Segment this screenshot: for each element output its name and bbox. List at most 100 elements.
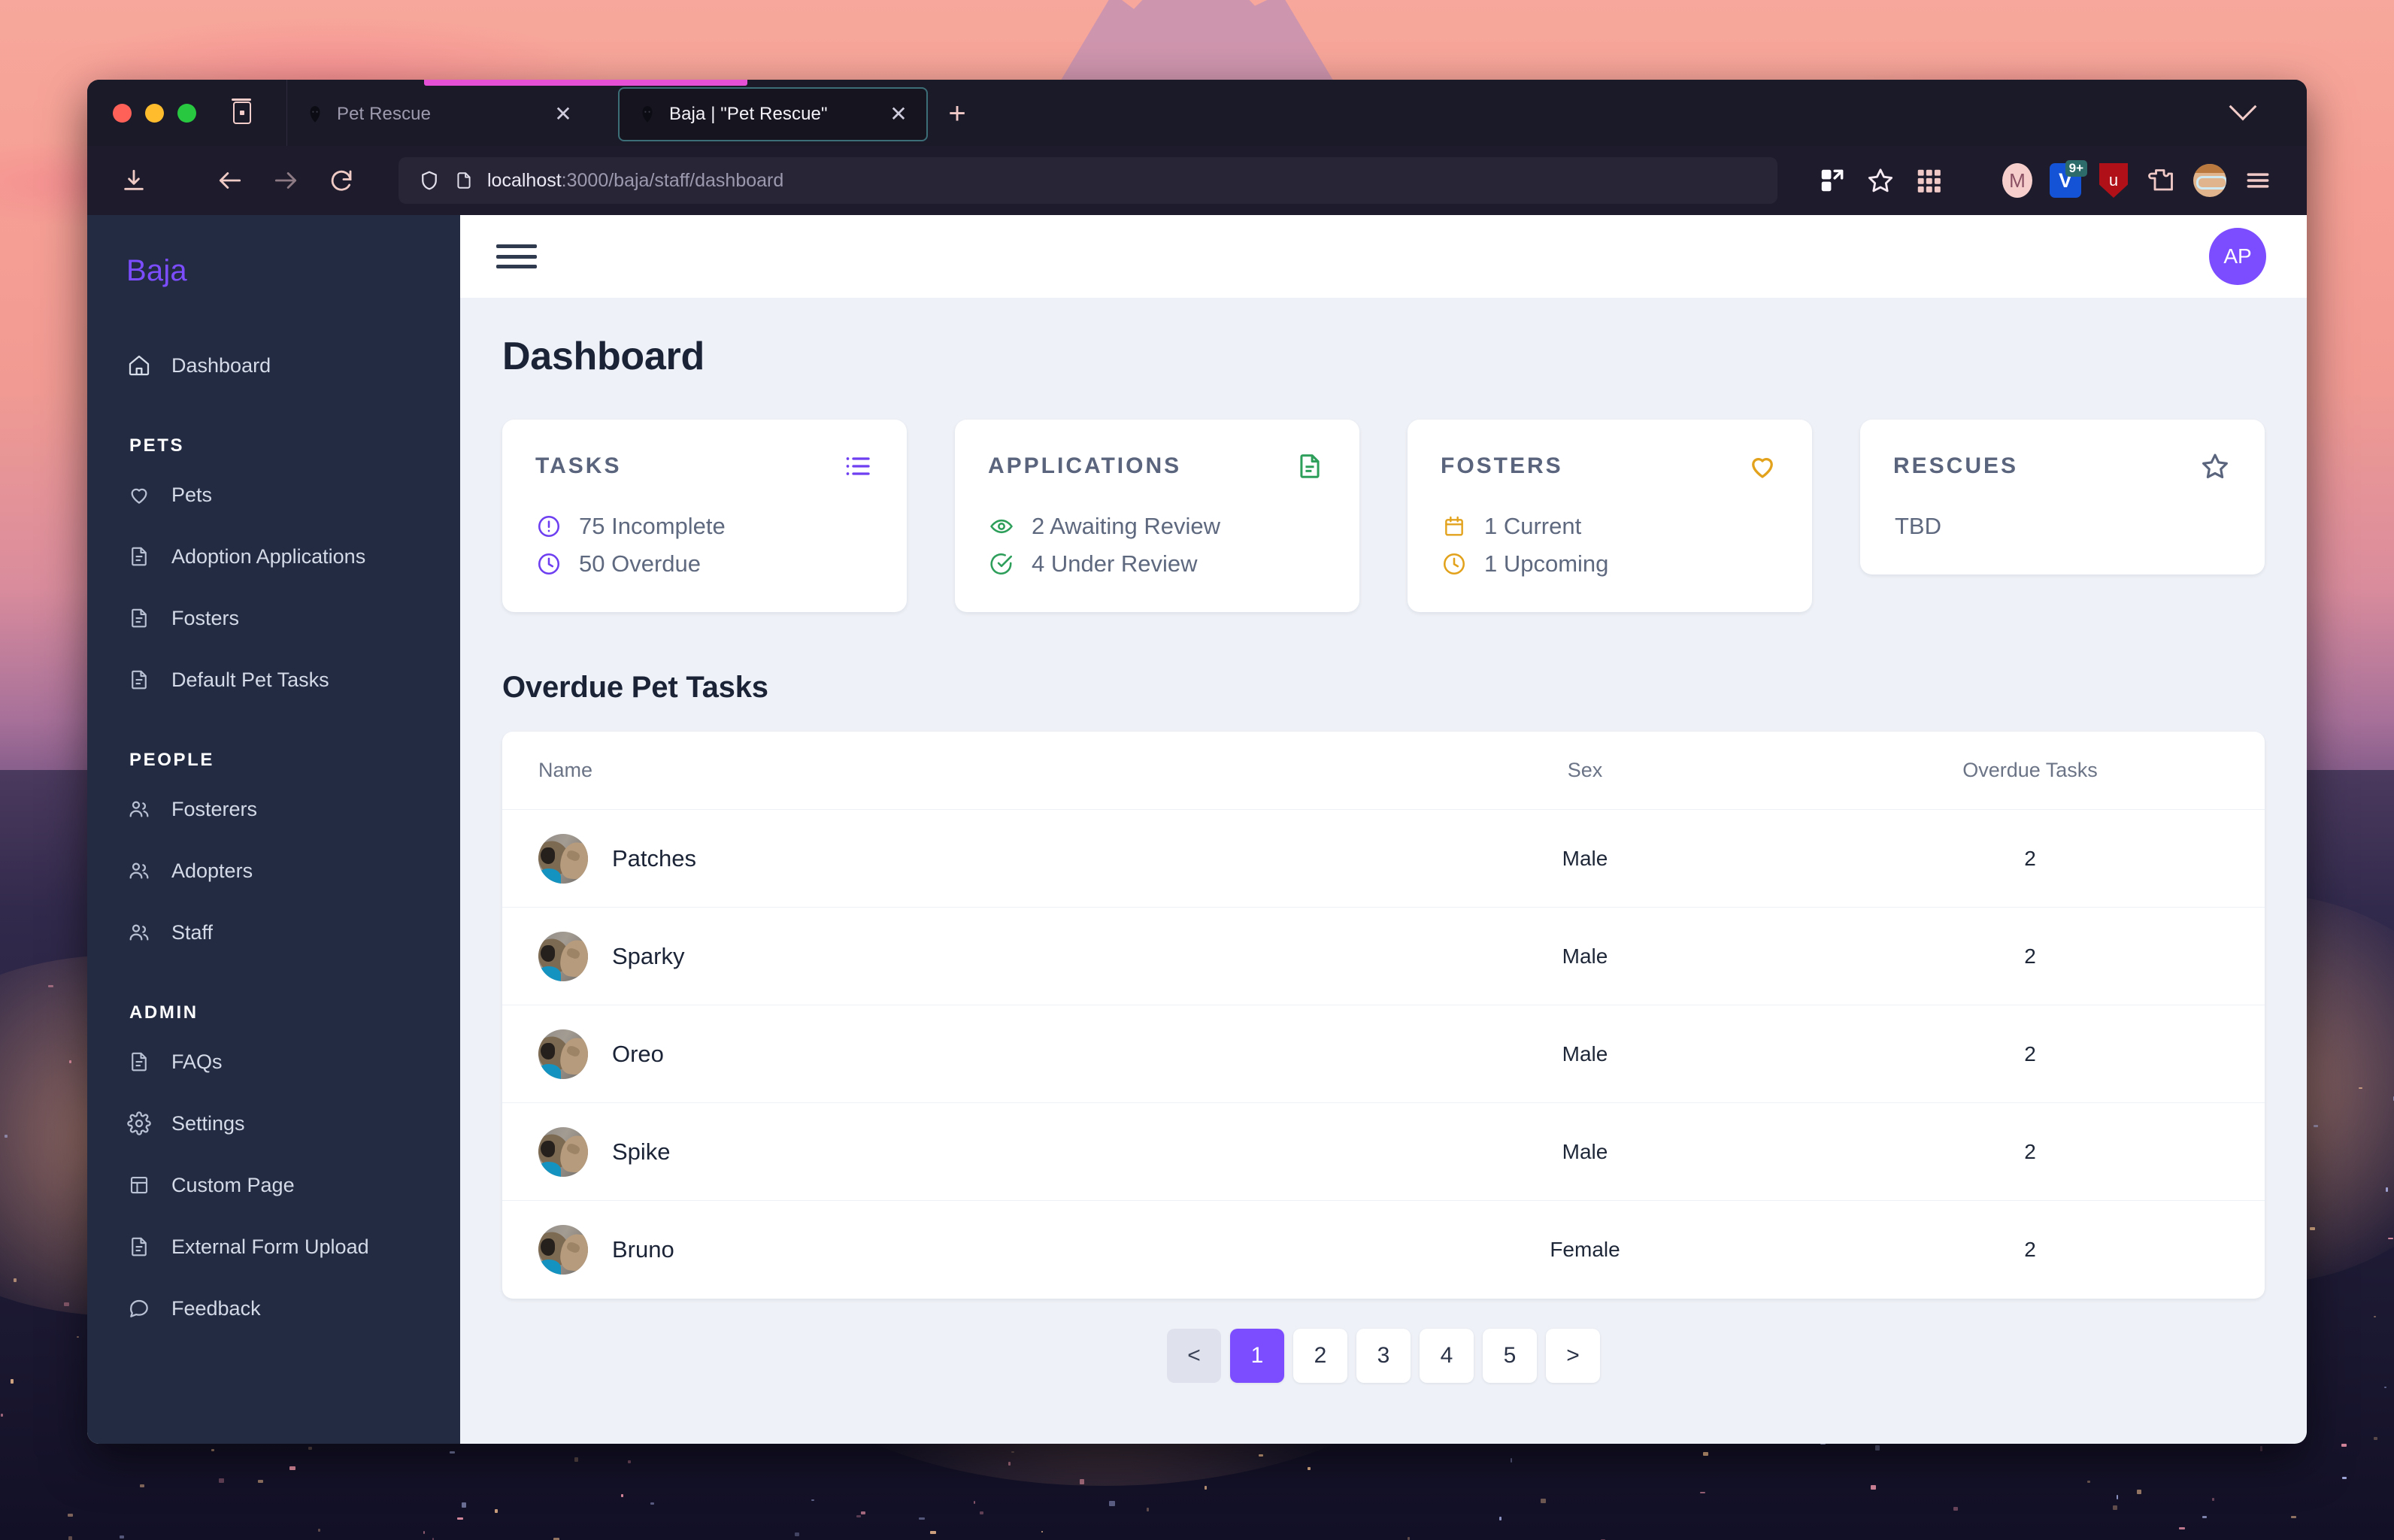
pet-avatar bbox=[538, 1127, 588, 1177]
cell-sex: Male bbox=[1374, 944, 1796, 969]
forward-button[interactable] bbox=[262, 156, 310, 205]
table-row[interactable]: Bruno Female 2 bbox=[502, 1201, 2265, 1299]
minimize-window-button[interactable] bbox=[145, 104, 164, 123]
sidebar-item-default-pet-tasks[interactable]: Default Pet Tasks bbox=[87, 649, 460, 711]
table-row[interactable]: Oreo Male 2 bbox=[502, 1005, 2265, 1103]
browser-tab-active[interactable]: Baja | "Pet Rescue" ✕ bbox=[618, 87, 928, 141]
shield-icon bbox=[418, 168, 441, 193]
extension-v-button[interactable]: V 9+ bbox=[2044, 159, 2087, 202]
sidebar-item-label: Adoption Applications bbox=[171, 545, 365, 568]
list-all-tabs-button[interactable] bbox=[2226, 101, 2260, 123]
card-header: RESCUES bbox=[1893, 450, 2232, 483]
extension-m-button[interactable]: M bbox=[1996, 159, 2039, 202]
stat-card-tasks[interactable]: TASKS 75 Incomplete 50 Overdue bbox=[502, 420, 907, 612]
pagination-page-3[interactable]: 3 bbox=[1356, 1329, 1411, 1383]
heart-icon bbox=[1746, 450, 1779, 483]
container-grid-icon bbox=[1818, 166, 1847, 195]
pet-avatar bbox=[538, 1225, 588, 1275]
browser-toolbar: localhost:3000/baja/staff/dashboard M V … bbox=[87, 146, 2307, 215]
clock-icon bbox=[1441, 550, 1468, 578]
check-circle-icon bbox=[988, 550, 1015, 578]
sidebar-item-label: Staff bbox=[171, 921, 213, 944]
sidebar-item-faqs[interactable]: FAQs bbox=[87, 1031, 460, 1093]
pagination-prev-button[interactable]: < bbox=[1167, 1329, 1221, 1383]
stat-card-applications[interactable]: APPLICATIONS 2 Awaiting Review 4 Under R… bbox=[955, 420, 1359, 612]
table-row[interactable]: Sparky Male 2 bbox=[502, 908, 2265, 1005]
containers-button[interactable] bbox=[1811, 159, 1854, 202]
dog-favicon bbox=[305, 104, 325, 125]
calendar-icon bbox=[1441, 513, 1468, 540]
sidebar-item-custom-page[interactable]: Custom Page bbox=[87, 1154, 460, 1216]
sidebar-item-label: Pets bbox=[171, 484, 212, 507]
table-row[interactable]: Spike Male 2 bbox=[502, 1103, 2265, 1201]
maximize-window-button[interactable] bbox=[177, 104, 196, 123]
sidebar-item-external-form-upload[interactable]: External Form Upload bbox=[87, 1216, 460, 1278]
sidebar-group-label: ADMIN bbox=[87, 1002, 460, 1023]
tab-title: Pet Rescue bbox=[337, 104, 537, 125]
hamburger-icon[interactable] bbox=[496, 240, 537, 273]
extension-ublock-button[interactable]: u bbox=[2092, 159, 2135, 202]
pagination-next-button[interactable]: > bbox=[1546, 1329, 1600, 1383]
app-logo[interactable]: Baja bbox=[87, 215, 460, 288]
sidebar-item-label: Fosterers bbox=[171, 798, 257, 821]
chat-icon bbox=[126, 1296, 152, 1321]
stat-card-rescues[interactable]: RESCUES TBD bbox=[1860, 420, 2265, 574]
card-header: TASKS bbox=[535, 450, 874, 483]
app-grid-button[interactable] bbox=[1907, 159, 1950, 202]
pagination-page-5[interactable]: 5 bbox=[1483, 1329, 1537, 1383]
cell-overdue-tasks: 2 bbox=[1796, 847, 2265, 871]
toolbar-right-buttons: M V 9+ u bbox=[1811, 159, 2280, 202]
pet-name: Bruno bbox=[612, 1236, 674, 1263]
close-window-button[interactable] bbox=[113, 104, 132, 123]
pet-name: Spike bbox=[612, 1138, 671, 1166]
pagination-page-2[interactable]: 2 bbox=[1293, 1329, 1347, 1383]
window-controls[interactable] bbox=[104, 104, 207, 123]
stat-card-fosters[interactable]: FOSTERS 1 Current 1 Upcoming bbox=[1408, 420, 1812, 612]
card-stat: 75 Incomplete bbox=[535, 513, 874, 540]
reload-button[interactable] bbox=[317, 156, 365, 205]
profile-button[interactable] bbox=[2188, 159, 2232, 202]
tab-close-button[interactable]: ✕ bbox=[549, 100, 577, 129]
pagination-page-4[interactable]: 4 bbox=[1420, 1329, 1474, 1383]
url-text: localhost:3000/baja/staff/dashboard bbox=[487, 170, 783, 192]
pagination-page-1[interactable]: 1 bbox=[1230, 1329, 1284, 1383]
column-header-overdue-tasks: Overdue Tasks bbox=[1796, 759, 2265, 782]
browser-window: Pet Rescue ✕ Baja | "Pet Rescue" ✕ + loc… bbox=[87, 80, 2307, 1444]
back-button[interactable] bbox=[206, 156, 254, 205]
new-tab-button[interactable]: + bbox=[937, 93, 977, 134]
address-bar[interactable]: localhost:3000/baja/staff/dashboard bbox=[398, 157, 1777, 204]
file-text-icon bbox=[1293, 450, 1326, 483]
cell-sex: Male bbox=[1374, 847, 1796, 871]
column-header-sex: Sex bbox=[1374, 759, 1796, 782]
reload-icon bbox=[328, 167, 355, 194]
pet-avatar bbox=[538, 834, 588, 884]
user-avatar[interactable]: AP bbox=[2209, 228, 2266, 285]
browser-tab-inactive[interactable]: Pet Rescue ✕ bbox=[287, 87, 591, 141]
sidebar-item-adopters[interactable]: Adopters bbox=[87, 840, 460, 902]
app-menu-button[interactable] bbox=[2236, 159, 2280, 202]
sidebar-item-staff[interactable]: Staff bbox=[87, 902, 460, 963]
firefox-view-button[interactable] bbox=[216, 89, 268, 136]
cell-sex: Male bbox=[1374, 1042, 1796, 1066]
sidebar-item-label: FAQs bbox=[171, 1050, 223, 1074]
dog-favicon bbox=[638, 104, 657, 125]
sidebar-item-pets[interactable]: Pets bbox=[87, 464, 460, 526]
card-stat-text: 1 Current bbox=[1484, 513, 1581, 540]
sidebar-item-dashboard[interactable]: Dashboard bbox=[87, 335, 460, 396]
table-row[interactable]: Patches Male 2 bbox=[502, 810, 2265, 908]
sidebar-item-feedback[interactable]: Feedback bbox=[87, 1278, 460, 1339]
sidebar-item-fosterers[interactable]: Fosterers bbox=[87, 778, 460, 840]
tab-close-button[interactable]: ✕ bbox=[884, 100, 913, 129]
pet-name: Sparky bbox=[612, 943, 684, 970]
profile-avatar-icon bbox=[2193, 164, 2226, 197]
downloads-button[interactable] bbox=[110, 156, 158, 205]
sidebar-item-settings[interactable]: Settings bbox=[87, 1093, 460, 1154]
bookmark-button[interactable] bbox=[1859, 159, 1902, 202]
layout-icon bbox=[126, 1172, 152, 1198]
card-title: APPLICATIONS bbox=[988, 453, 1181, 479]
sidebar-item-adoption-applications[interactable]: Adoption Applications bbox=[87, 526, 460, 587]
sidebar-item-fosters[interactable]: Fosters bbox=[87, 587, 460, 649]
arrow-left-icon bbox=[216, 166, 244, 195]
cell-sex: Female bbox=[1374, 1238, 1796, 1262]
extensions-button[interactable] bbox=[2140, 159, 2183, 202]
